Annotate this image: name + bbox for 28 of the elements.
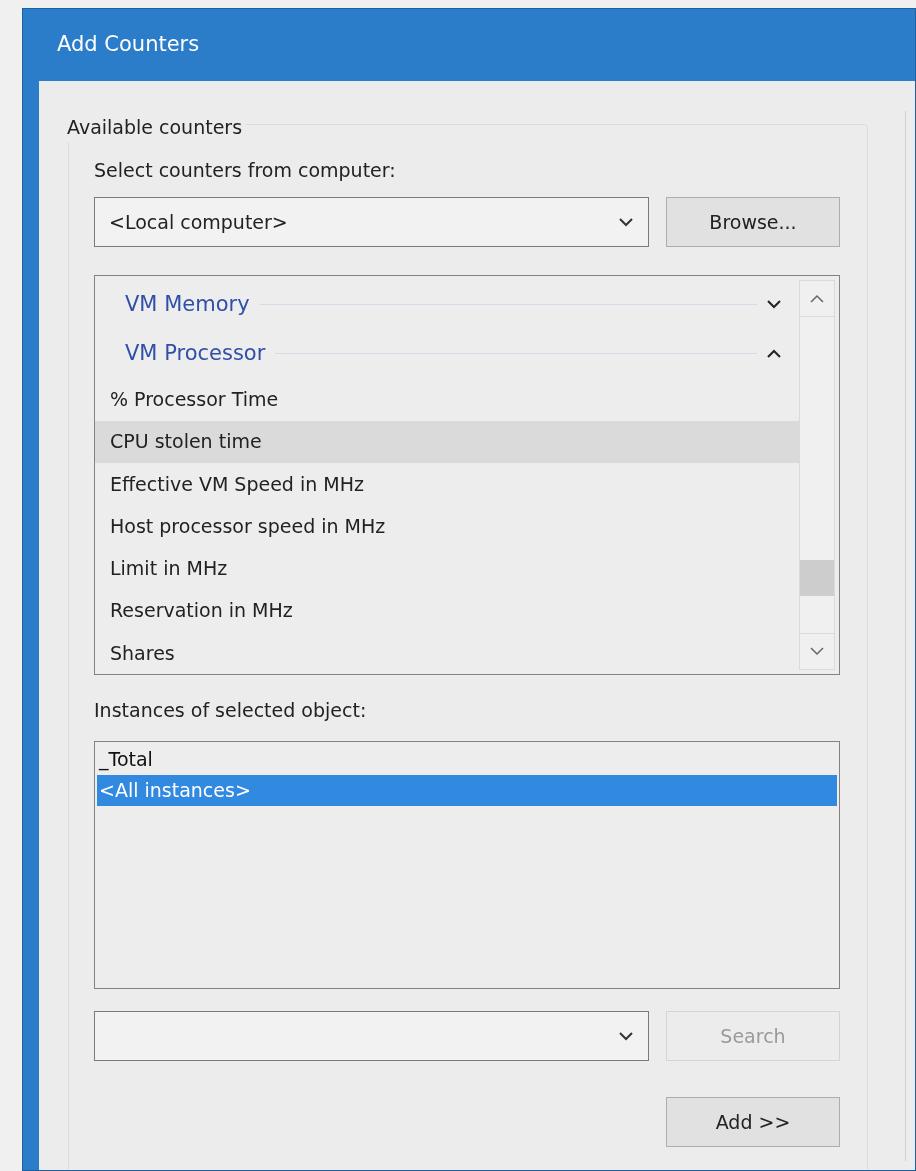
add-button[interactable]: Add >>: [666, 1097, 840, 1147]
instance-item[interactable]: _Total: [97, 744, 837, 775]
scrollbar[interactable]: [799, 280, 835, 670]
search-dropdown[interactable]: [94, 1011, 649, 1061]
chevron-down-icon: [618, 1031, 634, 1041]
counter-item[interactable]: Limit in MHz: [95, 547, 799, 590]
instances-label: Instances of selected object:: [94, 698, 368, 723]
window-title: Add Counters: [57, 31, 200, 59]
chevron-down-icon: [618, 217, 634, 227]
chevron-down-icon: [767, 300, 781, 310]
computer-dropdown[interactable]: <Local computer>: [94, 197, 649, 247]
chevron-up-icon: [767, 349, 781, 359]
category-header[interactable]: VM Processor: [95, 329, 799, 379]
counter-list[interactable]: VM Memory VM Processor % Processor Time CPU stolen time Effective VM Speed in MHz Host processor speed in MHz Limit in MHz Reservation in MHz Shares: [94, 275, 840, 675]
instance-item[interactable]: <All instances>: [97, 775, 837, 806]
category-header[interactable]: VM Memory: [95, 280, 799, 330]
counter-item[interactable]: CPU stolen time: [95, 420, 799, 463]
scroll-thumb[interactable]: [800, 560, 834, 596]
counter-item[interactable]: Host processor speed in MHz: [95, 505, 799, 548]
chevron-down-icon: [810, 647, 824, 656]
browse-button[interactable]: Browse...: [666, 197, 840, 247]
counter-item[interactable]: % Processor Time: [95, 378, 799, 421]
chevron-up-icon: [810, 294, 824, 303]
counter-item[interactable]: Shares: [95, 631, 799, 674]
instance-list[interactable]: _Total <All instances>: [94, 741, 840, 989]
counter-item[interactable]: Effective VM Speed in MHz: [95, 462, 799, 505]
computer-label: Select counters from computer:: [94, 158, 397, 183]
counter-item[interactable]: Reservation in MHz: [95, 589, 799, 632]
